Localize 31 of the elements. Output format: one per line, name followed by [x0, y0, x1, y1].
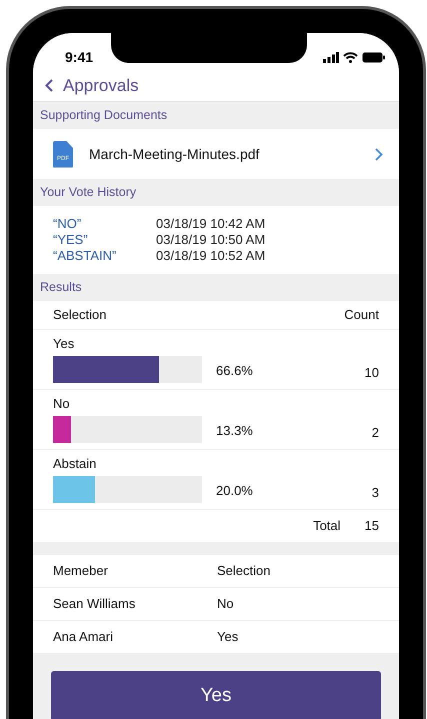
count-text: 10: [364, 364, 379, 382]
vote-choice: “ABSTAIN”: [53, 247, 118, 266]
column-header: Selection: [53, 306, 106, 324]
vote-choice: “NO”: [53, 215, 82, 234]
table-cell-text: Ana Amari: [53, 628, 114, 646]
nav-title: Approvals: [63, 74, 139, 97]
count-text: 2: [372, 424, 379, 442]
vote-time: 03/18/19 10:52 AM: [156, 247, 266, 266]
count-text: 3: [372, 484, 379, 502]
percent-text: 13.3%: [216, 422, 253, 440]
vote-time: 03/18/19 10:42 AM: [156, 215, 266, 234]
percent-text: 20.0%: [216, 482, 253, 500]
status-time: 9:41: [65, 48, 94, 67]
total-label: Total: [313, 517, 341, 536]
column-header: Count: [344, 306, 379, 324]
vote-choice: “YES”: [53, 231, 89, 250]
percent-text: 66.6%: [216, 362, 253, 380]
section-header: Supporting Documents: [40, 107, 168, 124]
column-header: Memeber: [53, 562, 109, 580]
option-label: No: [53, 396, 71, 412]
option-label: Abstain: [53, 456, 98, 472]
vote-button[interactable]: Yes: [51, 671, 381, 719]
section-header: Your Vote History: [40, 184, 136, 202]
vote-time: 03/18/19 10:50 AM: [156, 231, 266, 250]
column-header: Selection: [217, 562, 270, 580]
table-cell-text: No: [217, 595, 234, 614]
table-cell-text: Sean Williams: [53, 595, 136, 614]
total-value: 15: [364, 517, 379, 536]
table-cell-text: Yes: [217, 628, 238, 646]
section-header: Results: [40, 279, 82, 296]
option-label: Yes: [53, 336, 76, 352]
